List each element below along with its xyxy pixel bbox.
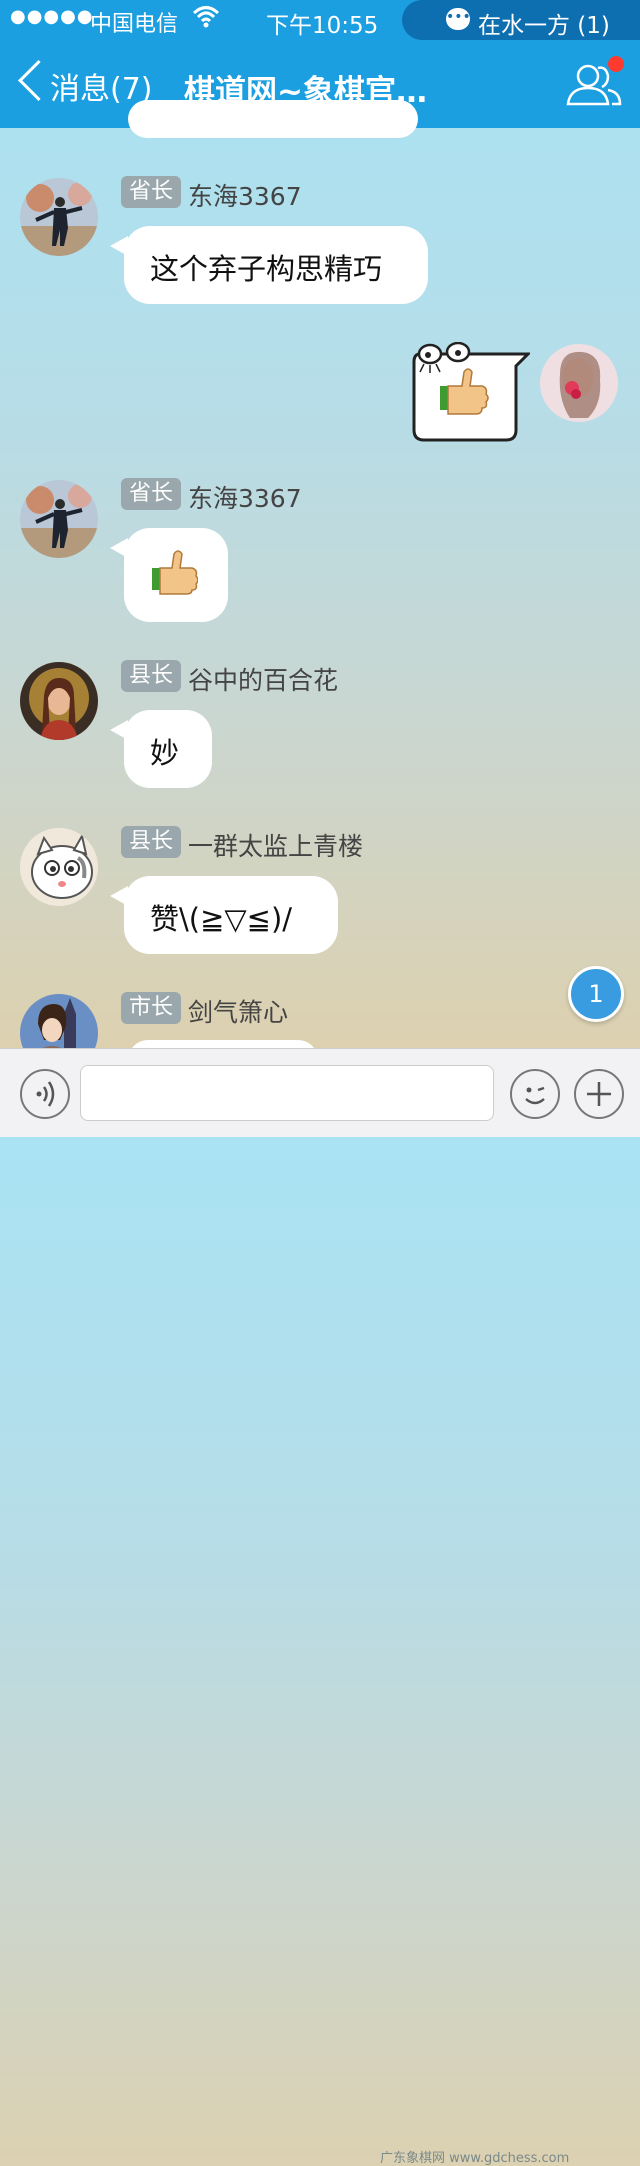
avatar[interactable] xyxy=(20,178,98,256)
message-text: 赞\(≧▽≦)/ xyxy=(150,902,293,936)
sender-name[interactable]: 剑气箫心 xyxy=(188,993,288,1029)
voice-icon xyxy=(36,1081,55,1107)
sender-name[interactable]: 东海3367 xyxy=(188,479,302,515)
notification-dot xyxy=(608,56,624,72)
own-message-item xyxy=(0,336,640,446)
own-avatar[interactable] xyxy=(540,344,618,422)
rank-badge: 县长 xyxy=(121,660,182,692)
avatar[interactable] xyxy=(20,480,98,558)
sender-name[interactable]: 一群太监上青楼 xyxy=(188,827,363,863)
emoji-button[interactable] xyxy=(510,1069,560,1119)
unread-count-badge[interactable]: 1 xyxy=(568,966,624,1022)
message-bubble[interactable]: 这个弃子构思精巧 xyxy=(110,226,428,304)
wifi-icon xyxy=(192,4,220,34)
sender-name[interactable]: 东海3367 xyxy=(188,177,302,213)
watermark: 广东象棋网 www.gdchess.com xyxy=(380,2151,570,2166)
voice-input-button[interactable] xyxy=(20,1069,70,1119)
rank-badge: 市长 xyxy=(121,992,182,1024)
rank-badge: 省长 xyxy=(121,176,182,208)
status-time: 下午10:55 xyxy=(266,13,379,39)
notification-text: 在水一方 (1) xyxy=(478,13,610,39)
message-item: 县长 一群太监上青楼 赞\(≧▽≦)/ xyxy=(0,826,640,956)
rank-badge: 县长 xyxy=(121,826,182,858)
message-item: 市长 剑气箫心 xyxy=(0,992,640,1048)
carrier-name: 中国电信 xyxy=(90,12,179,37)
sender-name[interactable]: 谷中的百合花 xyxy=(188,661,338,697)
message-bubble[interactable] xyxy=(128,1040,318,1048)
message-input[interactable] xyxy=(80,1065,494,1121)
input-bar: 广东象棋网 www.gdchess.com xyxy=(0,1048,640,2166)
smiley-icon xyxy=(525,1086,545,1105)
avatar[interactable] xyxy=(20,662,98,740)
more-options-button[interactable] xyxy=(574,1069,624,1119)
avatar[interactable] xyxy=(20,828,98,906)
message-bubble-partial[interactable] xyxy=(128,100,418,138)
message-bubble[interactable] xyxy=(110,528,228,622)
thumbs-up-sticker[interactable] xyxy=(410,341,532,446)
chat-bubble-icon: ••• xyxy=(446,8,471,30)
message-item: 省长 东海3367 xyxy=(0,478,640,628)
message-text: 妙 xyxy=(150,736,180,770)
avatar[interactable] xyxy=(20,994,98,1048)
message-bubble[interactable]: 妙 xyxy=(110,710,212,788)
signal-strength: ●●●●● xyxy=(10,6,94,27)
rank-badge: 省长 xyxy=(121,478,182,510)
plus-icon xyxy=(587,1082,611,1106)
message-text: 这个弃子构思精巧 xyxy=(150,252,383,286)
message-item: 县长 谷中的百合花 妙 xyxy=(0,660,640,790)
notification-pill[interactable]: ••• 在水一方 (1) xyxy=(402,0,640,40)
message-item: 省长 东海3367 这个弃子构思精巧 xyxy=(0,176,640,306)
message-bubble[interactable]: 赞\(≧▽≦)/ xyxy=(110,876,338,954)
thumbs-up-icon xyxy=(150,548,199,596)
status-bar: ●●●●● 中国电信 下午10:55 ••• 在水一方 (1) xyxy=(0,0,640,40)
